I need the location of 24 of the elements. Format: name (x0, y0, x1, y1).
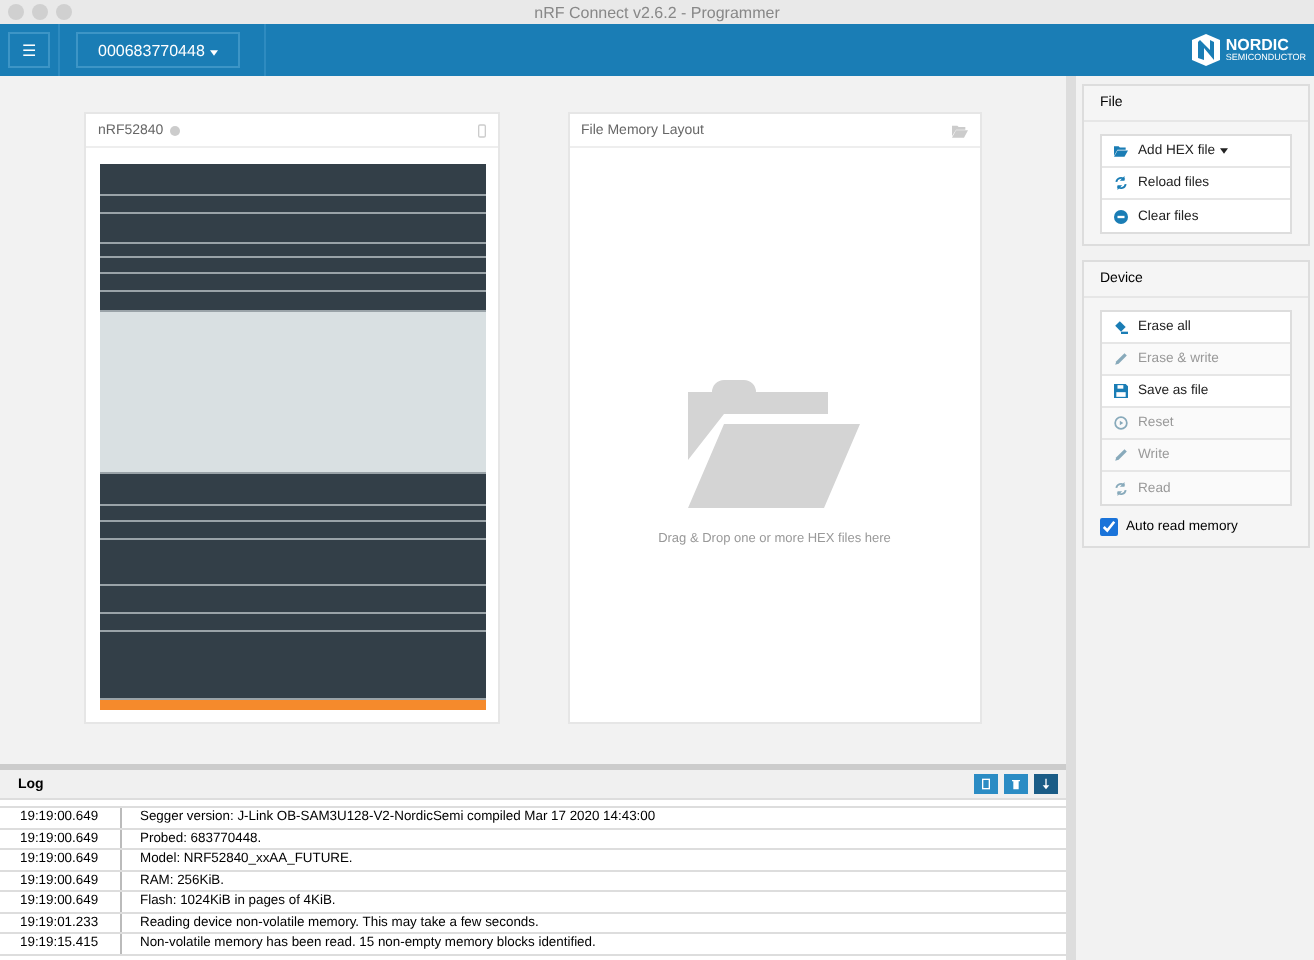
minus-circle-icon (1114, 209, 1128, 223)
play-circle-icon (1114, 416, 1128, 430)
file-icon (982, 778, 990, 790)
folder-icon (1114, 144, 1128, 158)
logo-icon (1189, 34, 1222, 66)
logo-text: NORDIC (1225, 37, 1289, 54)
pencil-icon (1114, 448, 1128, 462)
folder-icon (688, 380, 861, 508)
autoscroll-button[interactable] (1034, 774, 1058, 794)
caret-icon (1219, 148, 1228, 154)
open-log-button[interactable] (974, 774, 998, 794)
window-title: nRF Connect v2.6.2 - Programmer (534, 3, 780, 21)
down-arrow-icon (1042, 778, 1050, 790)
clear-log-button[interactable] (1004, 774, 1028, 794)
refresh-icon (1114, 481, 1128, 495)
pencil-icon (1114, 352, 1128, 366)
checkbox[interactable] (1100, 518, 1118, 536)
folder-icon (952, 123, 968, 137)
caret-icon (209, 49, 218, 55)
trash-icon (1012, 778, 1020, 790)
device-selector[interactable]: 000683770448 (76, 32, 240, 68)
eraser-icon (1114, 320, 1128, 334)
menu-button[interactable]: ☰ (8, 32, 50, 68)
refresh-icon (1114, 176, 1128, 190)
